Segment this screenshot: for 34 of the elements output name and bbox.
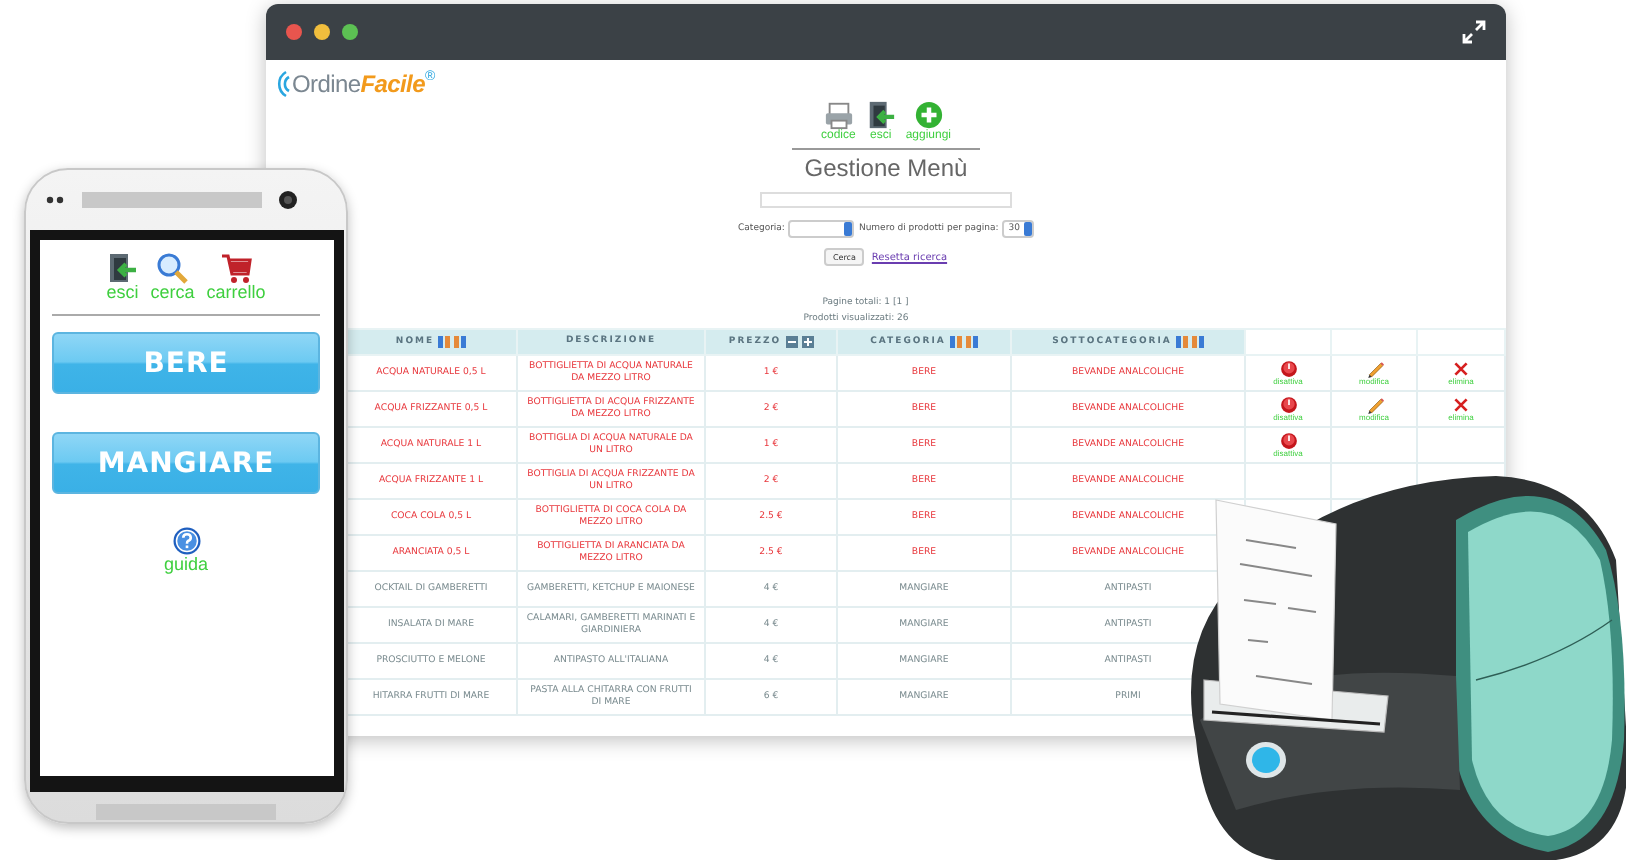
cross-icon [1451, 396, 1470, 414]
search-field[interactable] [760, 192, 1012, 208]
toolbar-label: esci [106, 284, 139, 302]
category-button[interactable]: MANGIARE [52, 432, 320, 494]
door-arrow-icon [865, 100, 896, 130]
cart-icon [220, 252, 252, 284]
door-arrow-icon [106, 252, 139, 284]
toolbar-button[interactable]: carrello [206, 252, 266, 302]
toolbar-label: cerca [150, 284, 195, 302]
window-control-dot[interactable] [342, 24, 358, 40]
printer-icon [823, 100, 854, 130]
plus-circle-icon [913, 100, 944, 130]
power-button-icon [1279, 360, 1297, 378]
question-circle-icon [171, 526, 201, 556]
page-title: Gestione Menù [804, 154, 968, 182]
camera-icon [278, 190, 298, 210]
pencil-icon [1365, 360, 1383, 378]
sensor-dots-icon [46, 196, 66, 204]
toolbar-button[interactable]: cerca [150, 252, 195, 302]
category-button[interactable]: BERE [52, 332, 320, 394]
window-control-dot[interactable] [314, 24, 330, 40]
search-icon [156, 252, 189, 284]
window-control-dot[interactable] [286, 24, 302, 40]
help-label: guida [163, 556, 209, 574]
power-button-icon [1279, 396, 1297, 414]
signal-waves-icon [272, 70, 290, 98]
toolbar-button[interactable]: esci [106, 252, 139, 302]
help-button[interactable]: guida [163, 526, 209, 574]
power-button-icon [1279, 432, 1297, 450]
toolbar-label: carrello [206, 284, 266, 302]
category-select[interactable] [788, 220, 855, 238]
cross-icon [1451, 360, 1470, 378]
pencil-icon [1365, 396, 1383, 414]
expand-icon [1462, 20, 1486, 44]
